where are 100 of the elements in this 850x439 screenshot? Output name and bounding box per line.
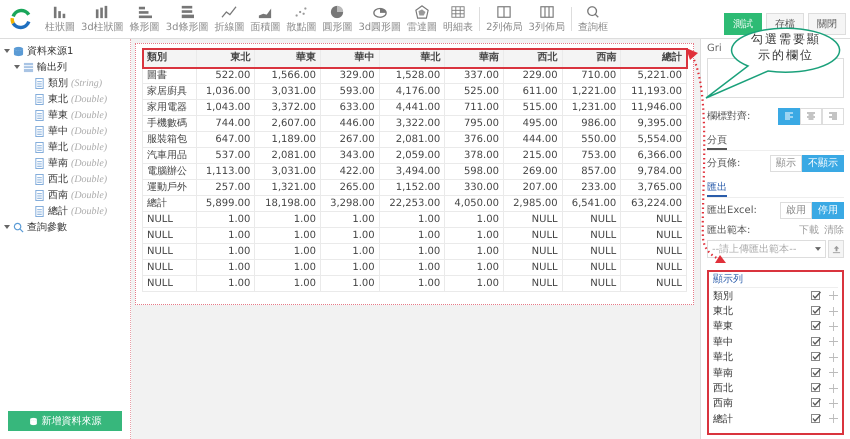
toggle-button[interactable]: 啟用 bbox=[780, 202, 812, 218]
move-handle-icon[interactable] bbox=[829, 291, 838, 300]
checkbox[interactable] bbox=[811, 383, 821, 394]
toggle-button[interactable]: 顯示 bbox=[770, 154, 802, 172]
table-cell: 1.00 bbox=[379, 212, 445, 228]
checkbox[interactable] bbox=[811, 336, 821, 347]
table-cell: NULL bbox=[142, 212, 196, 228]
table-cell: NULL bbox=[503, 260, 562, 276]
toolbar-button[interactable]: 3列佈局 bbox=[526, 4, 568, 34]
tree-item[interactable]: 查詢參數 bbox=[27, 220, 67, 234]
toolbar-button[interactable]: 3d圓形圖 bbox=[355, 4, 404, 34]
column-name: 華南 bbox=[713, 366, 734, 380]
table-cell: NULL bbox=[503, 212, 562, 228]
table-cell: 1,528.00 bbox=[379, 68, 445, 84]
toggle-button[interactable]: 停用 bbox=[812, 202, 844, 218]
database-icon bbox=[28, 416, 38, 426]
move-handle-icon[interactable] bbox=[829, 306, 838, 316]
tree-item[interactable]: 輸出列 bbox=[37, 60, 67, 74]
move-handle-icon[interactable] bbox=[829, 352, 838, 362]
field-name[interactable]: 東北 bbox=[48, 92, 68, 106]
table-cell: 1,043.00 bbox=[196, 100, 255, 116]
table-cell: 269.00 bbox=[503, 164, 562, 180]
table-cell: 522.00 bbox=[196, 68, 255, 84]
table-cell: NULL bbox=[142, 260, 196, 276]
toolbar-button[interactable]: 3d柱狀圖 bbox=[78, 4, 127, 34]
field-type: (Double) bbox=[71, 206, 108, 216]
field-icon bbox=[34, 126, 45, 136]
field-icon bbox=[34, 94, 45, 104]
text-link[interactable]: 下載 bbox=[799, 223, 819, 237]
upload-button[interactable] bbox=[828, 240, 844, 258]
table-cell: 337.00 bbox=[444, 68, 504, 84]
table-cell: 611.00 bbox=[503, 84, 562, 100]
field-type: (Double) bbox=[71, 190, 108, 200]
table-cell: 11,946.00 bbox=[620, 100, 686, 116]
template-select[interactable]: --請上傳匯出範本-- bbox=[707, 240, 826, 258]
move-handle-icon[interactable] bbox=[829, 322, 838, 331]
toolbar-button[interactable]: 面積圖 bbox=[247, 4, 284, 34]
checkbox[interactable] bbox=[811, 414, 821, 424]
toolbar-button[interactable]: 圓形圖 bbox=[319, 4, 356, 34]
text-link[interactable]: 清除 bbox=[824, 223, 844, 237]
toolbar-button[interactable]: 查詢框 bbox=[574, 4, 611, 34]
table-cell: 330.00 bbox=[444, 180, 504, 196]
checkbox[interactable] bbox=[811, 321, 821, 332]
field-name[interactable]: 華南 bbox=[48, 156, 68, 170]
align-button[interactable] bbox=[778, 108, 800, 124]
table-cell: 1.00 bbox=[196, 212, 255, 228]
move-handle-icon[interactable] bbox=[829, 337, 838, 346]
toolbar-button[interactable]: 雷達圖 bbox=[404, 4, 440, 34]
table-cell: 229.00 bbox=[503, 68, 562, 84]
field-name[interactable]: 華東 bbox=[48, 108, 68, 122]
table-cell: 2,607.00 bbox=[254, 116, 320, 132]
move-handle-icon[interactable] bbox=[829, 368, 838, 378]
checkbox[interactable] bbox=[811, 352, 821, 362]
tree-item[interactable]: 資料來源1 bbox=[27, 44, 74, 58]
checkbox[interactable] bbox=[811, 368, 821, 378]
table-cell: 1.00 bbox=[379, 244, 445, 260]
table-cell: 446.00 bbox=[320, 116, 380, 132]
toolbar-button[interactable]: 條形圖 bbox=[126, 4, 163, 34]
caret-icon[interactable] bbox=[4, 225, 10, 229]
toolbar-button[interactable]: 明細表 bbox=[440, 4, 476, 34]
move-handle-icon[interactable] bbox=[829, 414, 838, 424]
move-handle-icon[interactable] bbox=[829, 384, 838, 393]
toolbar-button[interactable]: 散點圖 bbox=[283, 4, 320, 34]
move-handle-icon[interactable] bbox=[829, 398, 838, 408]
table-cell: 1.00 bbox=[320, 228, 380, 244]
field-name[interactable]: 華北 bbox=[48, 140, 68, 154]
table-cell: 515.00 bbox=[503, 100, 562, 116]
table-cell: NULL bbox=[142, 276, 196, 292]
field-label: Gri bbox=[707, 43, 722, 54]
field-icon bbox=[34, 78, 45, 88]
database-icon bbox=[13, 46, 24, 56]
add-data-source-button[interactable]: 新增資料來源 bbox=[8, 411, 122, 431]
checkbox[interactable] bbox=[811, 306, 821, 316]
table-cell: 647.00 bbox=[196, 132, 255, 148]
caret-icon[interactable] bbox=[4, 49, 10, 53]
table-cell: 753.00 bbox=[562, 148, 621, 164]
field-name[interactable]: 華中 bbox=[48, 124, 68, 138]
table-cell: 6,541.00 bbox=[562, 196, 621, 212]
toolbar-button[interactable]: 2列佈局 bbox=[483, 4, 526, 34]
caret-icon[interactable] bbox=[14, 65, 20, 69]
table-cell: 593.00 bbox=[320, 84, 380, 100]
table-cell: 3,322.00 bbox=[379, 116, 445, 132]
table-cell: 總計 bbox=[142, 196, 196, 212]
checkbox[interactable] bbox=[811, 290, 821, 301]
toolbar-button[interactable]: 折線圖 bbox=[211, 4, 248, 34]
table-cell: 1.00 bbox=[196, 260, 255, 276]
table-cell: 1,189.00 bbox=[254, 132, 320, 148]
field-name[interactable]: 類別 bbox=[48, 76, 68, 90]
table-cell: 家用電器 bbox=[142, 100, 196, 116]
field-name[interactable]: 總計 bbox=[48, 204, 68, 218]
table-cell: 744.00 bbox=[196, 116, 255, 132]
table-cell: 4,176.00 bbox=[379, 84, 445, 100]
checkbox[interactable] bbox=[811, 398, 821, 408]
toggle-button[interactable]: 不顯示 bbox=[802, 154, 844, 172]
field-name[interactable]: 西南 bbox=[48, 188, 68, 202]
action-button[interactable]: 測試 bbox=[724, 13, 762, 35]
toolbar-button[interactable]: 柱狀圖 bbox=[42, 4, 78, 34]
field-name[interactable]: 西北 bbox=[48, 172, 68, 186]
toolbar-button[interactable]: 3d條形圖 bbox=[162, 4, 212, 34]
field-icon bbox=[34, 206, 45, 216]
